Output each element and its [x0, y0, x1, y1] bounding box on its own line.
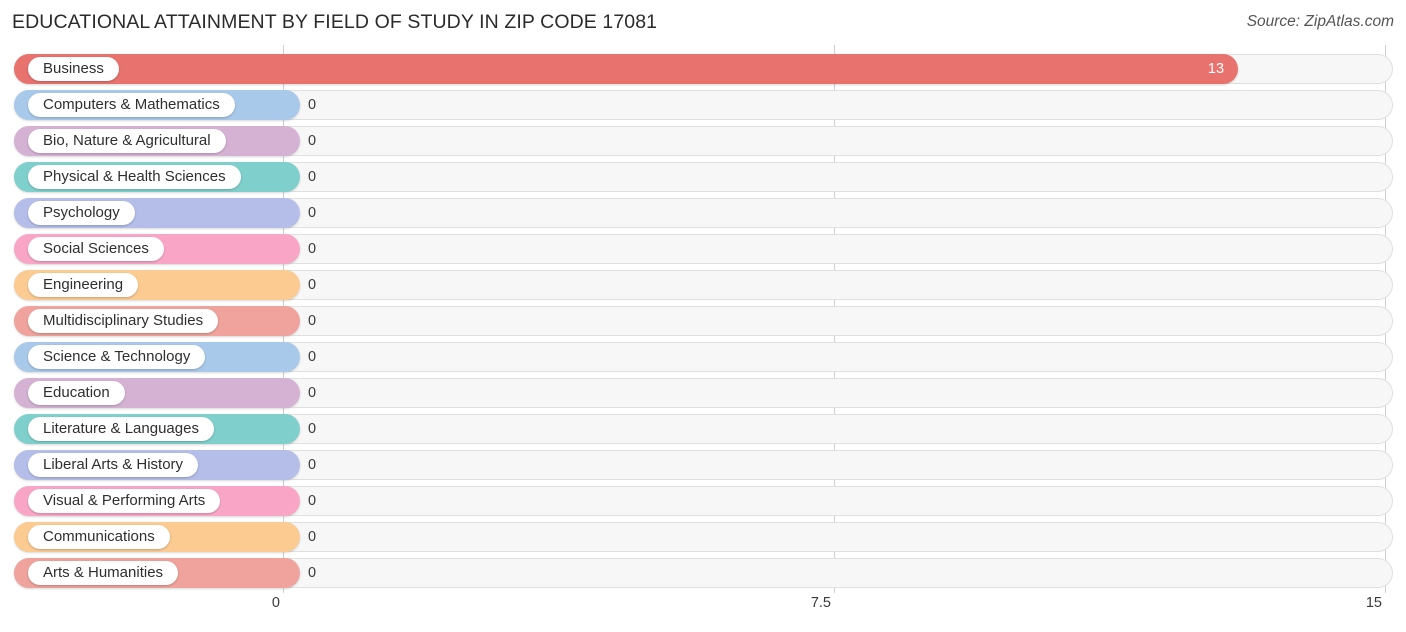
bar-value-label: 0: [308, 493, 317, 509]
bar[interactable]: 13: [14, 54, 1239, 84]
bar-value-label: 13: [1207, 61, 1225, 77]
bar-value-label: 0: [308, 565, 317, 581]
category-label-pill[interactable]: Bio, Nature & Agricultural: [28, 129, 226, 153]
bar-value-label: 0: [308, 97, 317, 113]
bar-row: 0 Science & Technology: [14, 342, 1393, 372]
category-label-pill[interactable]: Social Sciences: [28, 237, 164, 261]
source-attribution: Source: ZipAtlas.com: [1246, 13, 1394, 30]
bar-row: 0 Psychology: [14, 198, 1393, 228]
bar-value-label: 0: [308, 277, 317, 293]
bar-value-label: 0: [308, 241, 317, 257]
bar-row: 0 Arts & Humanities: [14, 558, 1393, 588]
category-label-pill[interactable]: Literature & Languages: [28, 417, 214, 441]
bar-value-label: 0: [308, 529, 317, 545]
bar-value-label: 0: [308, 421, 317, 437]
bar-row: 0 Multidisciplinary Studies: [14, 306, 1393, 336]
bar-row: 0 Social Sciences: [14, 234, 1393, 264]
category-label-pill[interactable]: Computers & Mathematics: [28, 93, 235, 117]
axis-tick-label: 7.5: [810, 595, 831, 611]
bar-value-label: 0: [308, 349, 317, 365]
category-label-pill[interactable]: Education: [28, 381, 125, 405]
bar-row: 0 Computers & Mathematics: [14, 90, 1393, 120]
bar-value-label: 0: [308, 169, 317, 185]
x-axis: 0 7.5 15: [0, 593, 1406, 632]
bar-value-label: 0: [308, 133, 317, 149]
axis-tick-label: 0: [271, 595, 280, 611]
bar-row: 0 Education: [14, 378, 1393, 408]
category-label-pill[interactable]: Business: [28, 57, 119, 81]
category-label-pill[interactable]: Liberal Arts & History: [28, 453, 199, 477]
bar-row: 0 Physical & Health Sciences: [14, 162, 1393, 192]
bar-row: 0 Engineering: [14, 270, 1393, 300]
bar-row: 0 Liberal Arts & History: [14, 450, 1393, 480]
bar-value-label: 0: [308, 313, 317, 329]
category-label-pill[interactable]: Communications: [28, 525, 170, 549]
category-label-pill[interactable]: Multidisciplinary Studies: [28, 309, 219, 333]
bar-row: 0 Communications: [14, 522, 1393, 552]
bar-value-label: 0: [308, 457, 317, 473]
category-label-pill[interactable]: Visual & Performing Arts: [28, 489, 221, 513]
axis-tick-label: 15: [1365, 595, 1382, 611]
category-label-pill[interactable]: Physical & Health Sciences: [28, 165, 241, 189]
bar-rows: 13 Business 0 Computers & Mathematics 0 Bio, …: [0, 45, 1406, 593]
page-title: EDUCATIONAL ATTAINMENT BY FIELD OF STUDY…: [12, 11, 658, 33]
category-label-pill[interactable]: Engineering: [28, 273, 139, 297]
bar-value-label: 0: [308, 385, 317, 401]
plot-area: 13 Business 0 Computers & Mathematics 0 Bio, …: [0, 45, 1406, 593]
chart-container: EDUCATIONAL ATTAINMENT BY FIELD OF STUDY…: [0, 0, 1406, 632]
category-label-pill[interactable]: Psychology: [28, 201, 135, 225]
bar-row: 13 Business: [14, 54, 1393, 84]
bar-row: 0 Visual & Performing Arts: [14, 486, 1393, 516]
bar-row: 0 Bio, Nature & Agricultural: [14, 126, 1393, 156]
category-label-pill[interactable]: Science & Technology: [28, 345, 206, 369]
bar-value-label: 0: [308, 205, 317, 221]
chart-header: EDUCATIONAL ATTAINMENT BY FIELD OF STUDY…: [0, 0, 1406, 45]
category-label-pill[interactable]: Arts & Humanities: [28, 561, 179, 585]
bar-row: 0 Literature & Languages: [14, 414, 1393, 444]
